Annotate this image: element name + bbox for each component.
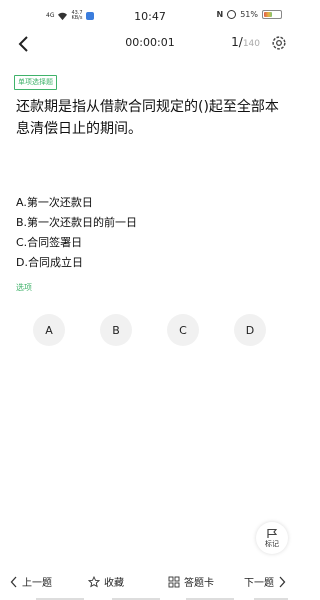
battery-icon [262, 10, 282, 19]
nfc-icon: N [216, 10, 224, 19]
option-c[interactable]: C.合同签署日 [16, 233, 286, 253]
choices-label: 选项 [16, 283, 32, 292]
question-text: 还款期是指从借款合同规定的()起至全部本息清偿日止的期间。 [16, 99, 279, 137]
grid-icon [168, 576, 180, 587]
exam-screen: 4G 43.7 KB/s 10:47 N 51% 00:00:01 1 / 14… [0, 0, 300, 600]
flag-icon [267, 528, 278, 538]
choice-b-button[interactable]: B [100, 314, 132, 346]
answer-card-label: 答题卡 [184, 578, 214, 589]
option-d[interactable]: D.合同成立日 [16, 253, 286, 273]
answer-card-button[interactable]: 答题卡 [168, 574, 214, 589]
next-question-label: 下一题 [244, 578, 274, 589]
favorite-button[interactable]: 收藏 [88, 574, 124, 589]
alarm-icon [227, 10, 237, 19]
choice-d-button[interactable]: D [234, 314, 266, 346]
next-question-button[interactable]: 下一题 [244, 574, 286, 589]
battery-fill [264, 12, 273, 17]
top-nav: 00:00:01 1 / 140 [0, 32, 300, 56]
choice-a-button[interactable]: A [33, 314, 65, 346]
question-progress: 1 / 140 [231, 35, 260, 49]
prev-question-button[interactable]: 上一题 [10, 574, 52, 589]
current-question-number: 1 [231, 35, 239, 49]
prev-question-label: 上一题 [22, 578, 52, 589]
answer-choices: A B C D [0, 314, 300, 346]
favorite-label: 收藏 [104, 578, 124, 589]
chevron-right-icon [279, 576, 286, 587]
option-a[interactable]: A.第一次还款日 [16, 193, 286, 213]
options-list: A.第一次还款日 B.第一次还款日的前一日 C.合同签署日 D.合同成立日 [16, 193, 286, 273]
question-type-tag: 单项选择题 [14, 75, 57, 90]
status-bar: 4G 43.7 KB/s 10:47 N 51% [0, 0, 300, 34]
star-icon [88, 575, 100, 587]
mark-button[interactable]: 标记 [256, 522, 288, 554]
chevron-left-icon [10, 576, 17, 587]
option-b[interactable]: B.第一次还款日的前一日 [16, 213, 286, 233]
settings-gear-icon[interactable] [270, 34, 288, 52]
bottom-bar: 上一题 收藏 答题卡 下一题 [0, 566, 300, 600]
mark-label: 标记 [265, 540, 279, 548]
choice-c-button[interactable]: C [167, 314, 199, 346]
battery-percent: 51% [240, 10, 258, 19]
status-right: N 51% [217, 10, 282, 19]
total-question-count: 140 [242, 39, 260, 49]
